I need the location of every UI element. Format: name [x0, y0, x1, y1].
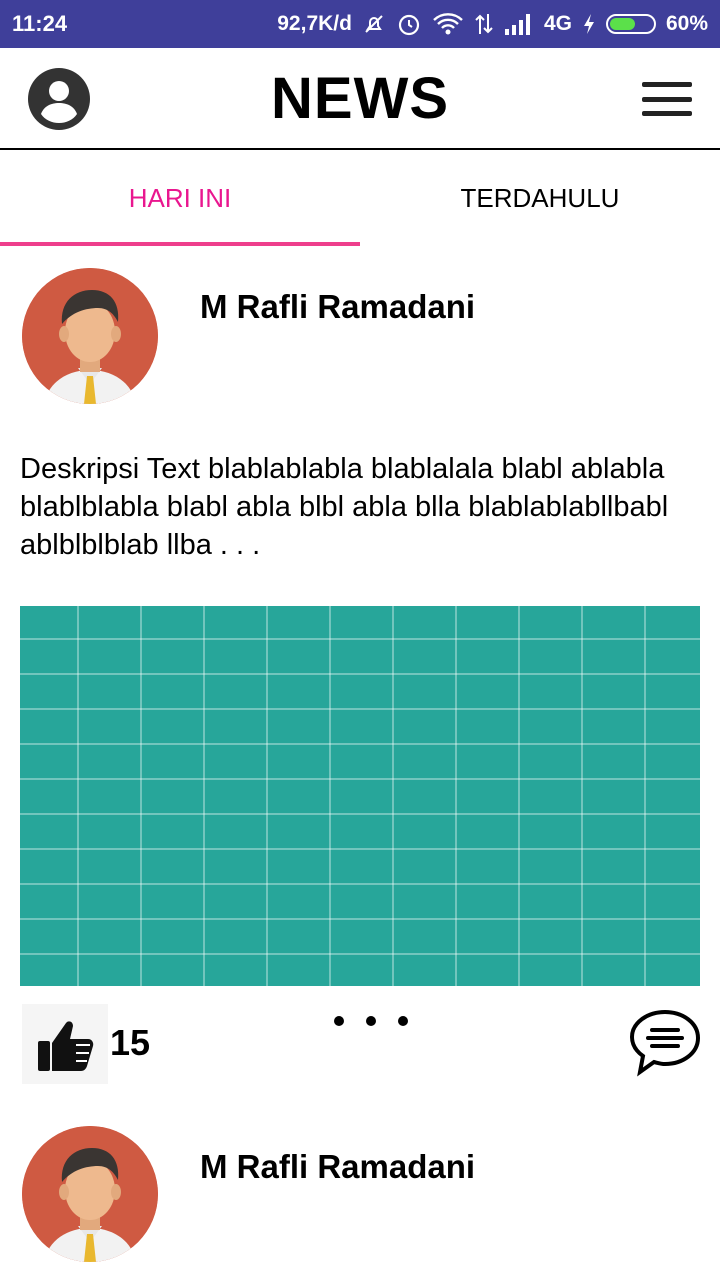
signal-icon [504, 13, 534, 35]
tab-hari-ini[interactable]: HARI INI [0, 150, 360, 246]
alarm-icon [396, 11, 422, 37]
like-count: 15 [110, 1022, 151, 1063]
like-button[interactable] [22, 1004, 108, 1084]
battery-percent: 60% [665, 12, 708, 35]
menu-line [642, 111, 692, 116]
comment-icon[interactable] [628, 1006, 702, 1080]
tab-bar: HARI INI TERDAHULU [0, 150, 720, 246]
data-arrows-icon [474, 12, 494, 36]
avatar[interactable] [22, 268, 158, 404]
profile-icon[interactable] [28, 68, 90, 130]
menu-line [642, 96, 692, 102]
post-author[interactable]: M Rafli Ramadani [200, 288, 475, 326]
thumbs-up-icon [38, 1021, 94, 1071]
more-options-icon[interactable] [334, 1016, 408, 1026]
tab-terdahulu[interactable]: TERDAHULU [360, 150, 720, 246]
news-post: M Rafli Ramadani Deskripsi Text blablabl… [0, 246, 720, 1106]
battery-icon [605, 14, 656, 34]
charging-icon [582, 13, 596, 35]
avatar[interactable] [22, 1126, 158, 1262]
dot [366, 1016, 376, 1026]
menu-icon[interactable] [642, 82, 692, 116]
status-time: 11:24 [12, 11, 68, 36]
dot [334, 1016, 344, 1026]
battery-fill [609, 18, 636, 30]
status-bar: 11:24 92,7K/d 4G 60% [0, 0, 720, 48]
dot [398, 1016, 408, 1026]
post-author[interactable]: M Rafli Ramadani [200, 1148, 475, 1186]
app-bar: NEWS [0, 48, 720, 150]
wifi-icon [432, 12, 464, 36]
post-description: Deskripsi Text blablablabla blablalala b… [20, 453, 669, 561]
menu-line [642, 82, 692, 87]
post-actions: 15 [0, 1004, 720, 1084]
network-speed: 92,7K/d [277, 12, 352, 35]
alarm-off-icon [362, 12, 386, 36]
page-title: NEWS [271, 65, 449, 131]
post-image[interactable] [20, 606, 700, 986]
network-type: 4G [543, 12, 572, 35]
news-post: M Rafli Ramadani [0, 1106, 720, 1280]
